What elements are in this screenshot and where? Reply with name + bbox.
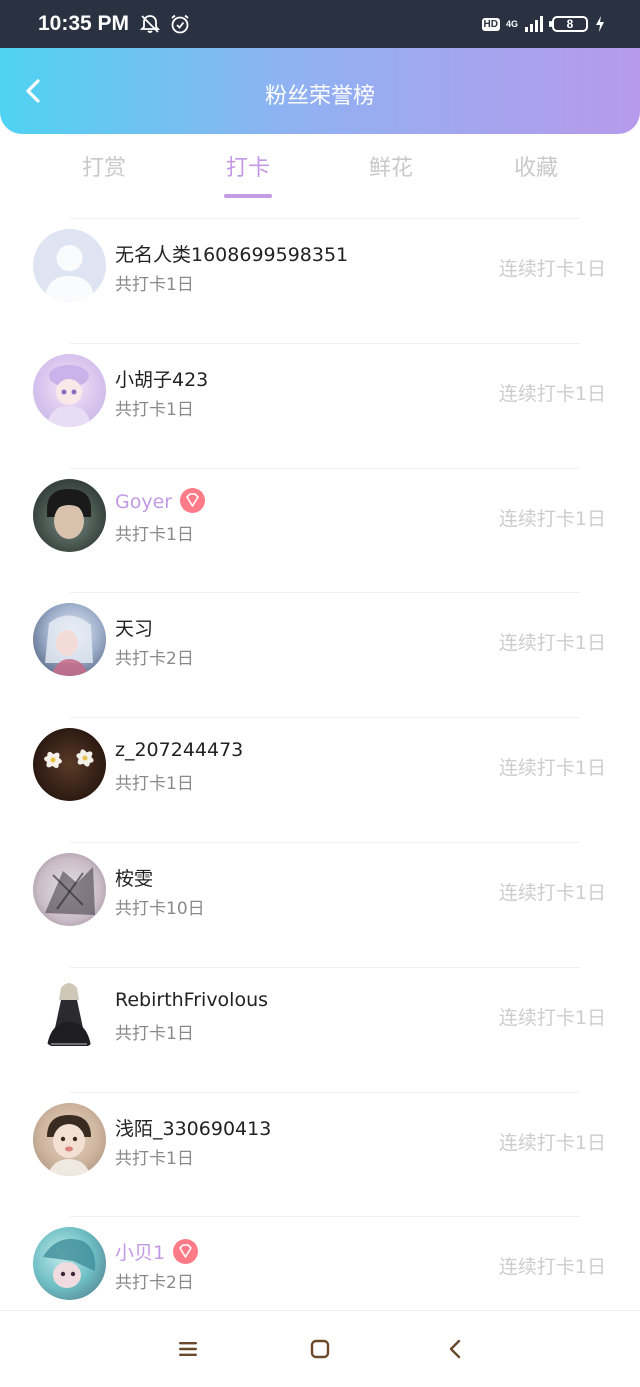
streak-days: 连续打卡1日 [498, 507, 606, 530]
streak-days: 连续打卡1日 [498, 632, 606, 655]
back-triangle-icon [449, 1339, 461, 1359]
total-checkin-days: 共打卡1日 [115, 275, 194, 295]
list-item[interactable]: 浅陌_330690413 共打卡1日 连续打卡1日 [0, 1091, 640, 1217]
total-checkin-days: 共打卡1日 [115, 774, 194, 795]
tab-bar: 打赏 打卡 鲜花 收藏 [0, 140, 640, 202]
user-name: Goyer [115, 487, 206, 515]
user-name: 天习 [115, 618, 154, 641]
battery-indicator: 8 [549, 16, 588, 32]
fan-list: 无名人类1608699598351 共打卡1日 连续打卡1日 小胡子423 共打… [0, 218, 640, 1341]
alarm-icon [171, 14, 189, 34]
baby-photo-avatar[interactable] [33, 1102, 106, 1176]
vip-diamond-icon [180, 487, 206, 513]
boy-portrait-avatar[interactable] [33, 478, 106, 552]
status-bar: 10:35 PM HD 4G 8 [0, 0, 640, 48]
tab-active-indicator [224, 194, 272, 198]
anime-character-avatar[interactable] [33, 603, 106, 677]
tab-checkin[interactable]: 打卡 [193, 150, 303, 198]
streak-days: 连续打卡1日 [498, 258, 606, 280]
streak-days: 连续打卡1日 [498, 881, 606, 904]
tab-favorites[interactable]: 收藏 [481, 150, 591, 182]
gothic-doll-avatar[interactable] [33, 977, 106, 1051]
hd-badge: HD [481, 17, 500, 31]
user-name: 小胡子423 [115, 368, 209, 391]
divider [70, 218, 580, 219]
divider [70, 467, 580, 469]
list-item[interactable]: 无名人类1608699598351 共打卡1日 连续打卡1日 [0, 218, 640, 343]
streak-days: 连续打卡1日 [498, 757, 606, 780]
user-name-text: Goyer [115, 490, 173, 513]
anime-cyan-avatar[interactable] [33, 1227, 106, 1301]
anime-girl-avatar[interactable] [33, 353, 106, 427]
user-name-text: 小贝1 [115, 1242, 166, 1265]
menu-icon [179, 1342, 197, 1356]
home-button[interactable] [307, 1336, 333, 1362]
total-checkin-days: 共打卡1日 [115, 1023, 194, 1044]
total-checkin-days: 共打卡1日 [115, 524, 194, 545]
streak-days: 连续打卡1日 [498, 382, 606, 405]
divider [70, 592, 580, 594]
user-name: 小贝1 [115, 1238, 199, 1266]
tab-reward[interactable]: 打赏 [49, 150, 159, 182]
divider [70, 841, 580, 843]
list-item[interactable]: 天习 共打卡2日 连续打卡1日 [0, 592, 640, 717]
default-avatar[interactable] [33, 229, 106, 302]
system-nav-bar [0, 1310, 640, 1387]
charging-icon [596, 16, 604, 32]
bell-off-icon [139, 15, 161, 33]
total-checkin-days: 共打卡1日 [115, 1148, 194, 1169]
streak-days: 连续打卡1日 [498, 1131, 606, 1154]
header: 粉丝荣誉榜 [0, 48, 640, 134]
streak-days: 连续打卡1日 [498, 1006, 606, 1029]
total-checkin-days: 共打卡2日 [115, 1273, 194, 1294]
list-item[interactable]: 小胡子423 共打卡1日 连续打卡1日 [0, 342, 640, 468]
list-item[interactable]: z_207244473 共打卡1日 连续打卡1日 [0, 717, 640, 842]
divider [70, 717, 580, 719]
total-checkin-days: 共打卡2日 [115, 649, 194, 670]
flowers-avatar[interactable] [33, 728, 106, 802]
sketch-avatar[interactable] [33, 852, 106, 926]
network-label: 4G [505, 19, 518, 29]
page-title: 粉丝荣誉榜 [264, 84, 375, 109]
back-nav-button[interactable] [442, 1336, 468, 1362]
user-name: z_207244473 [115, 739, 244, 762]
status-time: 10:35 PM [38, 12, 130, 35]
user-name: 无名人类1608699598351 [115, 244, 349, 266]
list-item[interactable]: 桉雯 共打卡10日 连续打卡1日 [0, 841, 640, 967]
user-name: 桉雯 [115, 867, 154, 890]
divider [70, 966, 580, 968]
user-name: 浅陌_330690413 [115, 1117, 272, 1140]
divider [70, 342, 580, 344]
divider [70, 1091, 580, 1093]
tab-flowers[interactable]: 鲜花 [336, 150, 446, 182]
signal-icon [525, 16, 543, 32]
divider [70, 1216, 580, 1218]
menu-button[interactable] [175, 1336, 201, 1362]
home-square-icon [310, 1339, 330, 1359]
tab-checkin-label: 打卡 [225, 156, 270, 181]
total-checkin-days: 共打卡10日 [115, 898, 205, 919]
user-name: RebirthFrivolous [115, 988, 269, 1011]
list-item[interactable]: Goyer 共打卡1日 连续打卡1日 [0, 467, 640, 593]
total-checkin-days: 共打卡1日 [115, 399, 194, 420]
vip-diamond-icon [173, 1239, 199, 1265]
streak-days: 连续打卡1日 [498, 1256, 606, 1279]
list-item[interactable]: RebirthFrivolous 共打卡1日 连续打卡1日 [0, 966, 640, 1092]
